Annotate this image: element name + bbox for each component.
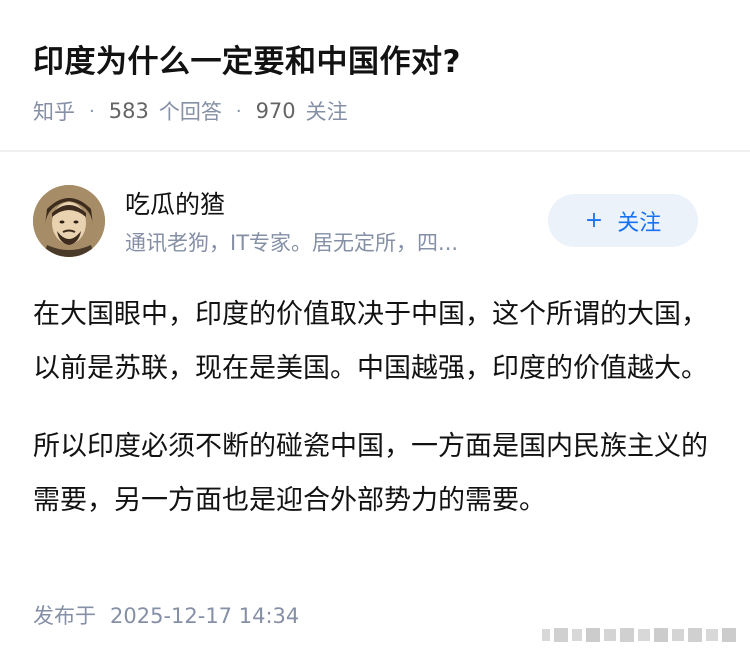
author-row: 吃瓜的猹 通讯老狗，IT专家。居无定所，四... + 关注 bbox=[0, 180, 750, 270]
source-label[interactable]: 知乎 bbox=[33, 96, 75, 126]
watermark bbox=[542, 628, 736, 642]
answer-body: 在大国眼中，印度的价值取决于中国，这个所谓的大国，以前是苏联，现在是美国。中国越… bbox=[33, 288, 723, 552]
author-bio: 通讯老狗，IT专家。居无定所，四... bbox=[125, 231, 459, 255]
follow-button[interactable]: + 关注 bbox=[548, 194, 698, 247]
answer-count-label[interactable]: 个回答 bbox=[159, 96, 222, 126]
answer-count: 583 bbox=[108, 99, 149, 123]
separator-dot: · bbox=[89, 100, 95, 122]
author-name[interactable]: 吃瓜的猹 bbox=[125, 185, 225, 221]
question-title[interactable]: 印度为什么一定要和中国作对? bbox=[33, 36, 461, 81]
separator-dot: · bbox=[235, 100, 242, 122]
divider bbox=[0, 150, 750, 152]
follower-count: 970 bbox=[255, 99, 296, 123]
avatar[interactable] bbox=[33, 185, 105, 257]
publish-label: 发布于 bbox=[33, 604, 96, 628]
follower-count-label[interactable]: 关注 bbox=[306, 96, 348, 126]
publish-time: 发布于 2025-12-17 14:34 bbox=[33, 600, 299, 630]
answer-paragraph: 所以印度必须不断的碰瓷中国，一方面是国内民族主义的需要，另一方面也是迎合外部势力… bbox=[33, 431, 708, 516]
question-header: 印度为什么一定要和中国作对? 知乎 · 583 个回答 · 970 关注 bbox=[0, 0, 750, 152]
avatar-image bbox=[33, 185, 105, 257]
answer-paragraph: 在大国眼中，印度的价值取决于中国，这个所谓的大国，以前是苏联，现在是美国。中国越… bbox=[33, 299, 708, 384]
publish-date: 2025-12-17 14:34 bbox=[110, 604, 300, 628]
follow-button-label: 关注 bbox=[617, 210, 662, 236]
question-meta: 知乎 · 583 个回答 · 970 关注 bbox=[33, 96, 348, 126]
plus-icon: + bbox=[584, 208, 604, 233]
